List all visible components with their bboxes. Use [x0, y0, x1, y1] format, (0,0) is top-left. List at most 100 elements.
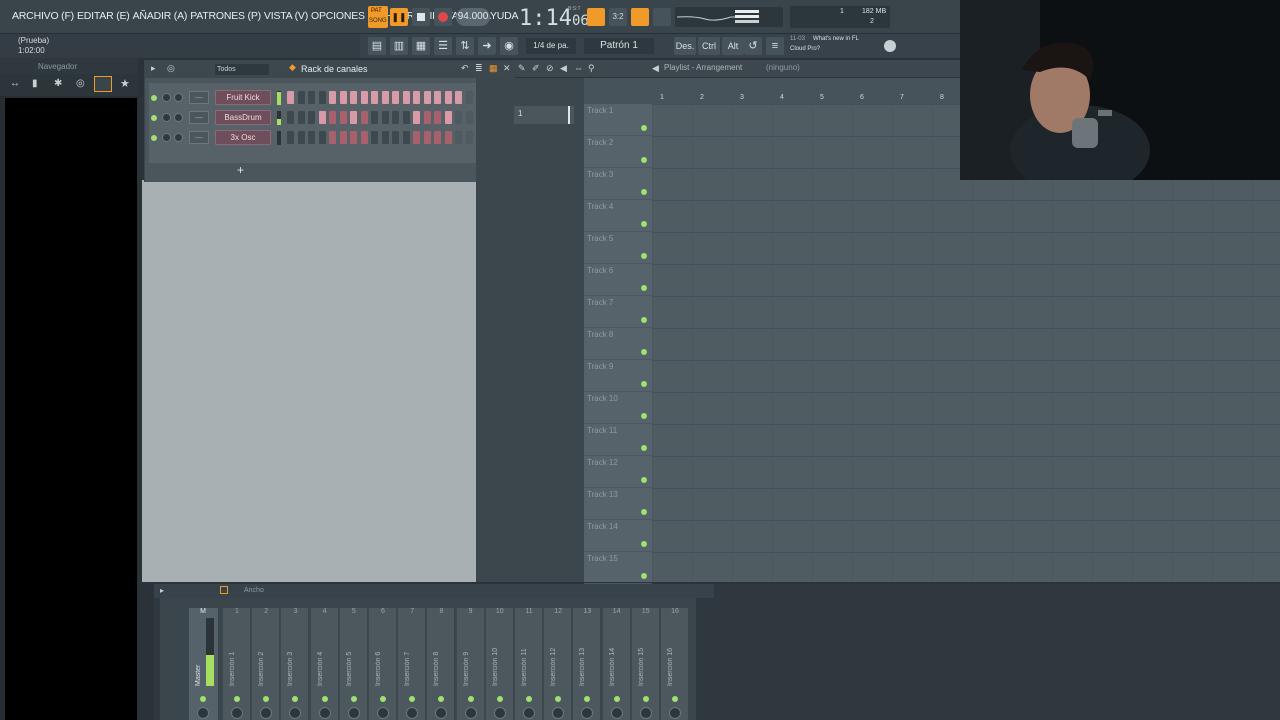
- step-button[interactable]: [381, 91, 389, 104]
- step-button[interactable]: [339, 111, 347, 124]
- browser-list[interactable]: [5, 98, 137, 720]
- channel-led[interactable]: [151, 135, 157, 141]
- step-button[interactable]: [297, 111, 305, 124]
- mixer-icon[interactable]: ☰: [434, 37, 452, 55]
- draw-tool-icon[interactable]: ✎: [518, 63, 526, 74]
- step-edit-icon[interactable]: 3:2: [609, 8, 627, 26]
- insert-knob[interactable]: [435, 707, 448, 719]
- add-channel-button[interactable]: +: [237, 163, 244, 177]
- step-button[interactable]: [371, 111, 378, 124]
- step-button[interactable]: [350, 111, 357, 124]
- insert-knob[interactable]: [318, 707, 331, 719]
- step-button[interactable]: [392, 131, 399, 144]
- step-button[interactable]: [392, 91, 399, 104]
- step-button[interactable]: [371, 91, 378, 104]
- track-mute-led[interactable]: [641, 573, 647, 579]
- track-mute-led[interactable]: [641, 189, 647, 195]
- insert-led[interactable]: [321, 696, 328, 702]
- track-header[interactable]: Track 13: [584, 488, 652, 520]
- channel-row[interactable]: — BassDrum: [149, 109, 513, 127]
- step-button[interactable]: [392, 111, 399, 124]
- insert-led[interactable]: [613, 696, 620, 702]
- track-header[interactable]: Track 4: [584, 200, 652, 232]
- news-subtitle[interactable]: Cloud Pro?: [790, 46, 820, 52]
- volume-knob[interactable]: [174, 113, 183, 122]
- step-button[interactable]: [308, 111, 315, 124]
- insert-knob[interactable]: [260, 707, 273, 719]
- microphone-icon[interactable]: ◉: [500, 37, 518, 55]
- typing-keyboard-icon[interactable]: [587, 8, 605, 26]
- step-button[interactable]: [350, 91, 357, 104]
- insert-strip[interactable]: 4 Inserción 4: [309, 608, 338, 720]
- track-header[interactable]: Track 11: [584, 424, 652, 456]
- insert-knob[interactable]: [377, 707, 389, 719]
- track-mute-led[interactable]: [641, 349, 647, 355]
- step-button[interactable]: [339, 131, 347, 144]
- stop-button[interactable]: [412, 8, 430, 26]
- insert-strip[interactable]: 12 Inserción 12: [543, 608, 572, 720]
- cloud-icon[interactable]: [94, 76, 112, 92]
- insert-led[interactable]: [526, 696, 532, 702]
- mixer-track-select[interactable]: —: [189, 131, 209, 144]
- slip-tool-icon[interactable]: ⇔: [574, 63, 583, 73]
- track-mute-led[interactable]: [641, 317, 647, 323]
- wrench-icon[interactable]: ✱: [54, 78, 62, 89]
- step-button[interactable]: [329, 131, 336, 144]
- insert-led[interactable]: [380, 696, 386, 702]
- step-button[interactable]: [318, 131, 326, 144]
- track-header[interactable]: Track 2: [584, 136, 652, 168]
- channel-filter[interactable]: Todos: [215, 64, 269, 75]
- globe-icon[interactable]: [884, 40, 896, 52]
- step-button[interactable]: [381, 131, 389, 144]
- menu-item[interactable]: VISTA (V): [264, 10, 308, 22]
- volume-knob[interactable]: [174, 93, 183, 102]
- mixer-view-icon[interactable]: [220, 586, 228, 594]
- des-button[interactable]: Des.: [674, 37, 696, 55]
- menu-item[interactable]: EDITAR (E): [77, 10, 130, 22]
- step-button[interactable]: [434, 111, 441, 124]
- track-header[interactable]: Track 3: [584, 168, 652, 200]
- track-header[interactable]: Track 10: [584, 392, 652, 424]
- step-button[interactable]: [308, 131, 315, 144]
- step-button[interactable]: [402, 91, 410, 104]
- pan-knob[interactable]: [162, 133, 171, 142]
- step-button[interactable]: [287, 91, 294, 104]
- mute-tool-icon[interactable]: ⊘: [546, 63, 554, 74]
- track-mute-led[interactable]: [641, 509, 647, 515]
- track-header[interactable]: Track 12: [584, 456, 652, 488]
- step-button[interactable]: [381, 111, 389, 124]
- insert-knob[interactable]: [552, 707, 565, 719]
- insert-knob[interactable]: [464, 707, 477, 719]
- insert-strip[interactable]: 7 Inserción 7: [397, 608, 426, 720]
- step-button[interactable]: [444, 131, 452, 144]
- mixer-track-select[interactable]: —: [189, 91, 209, 104]
- track-header[interactable]: Track 1: [584, 104, 652, 136]
- step-button[interactable]: [434, 131, 441, 144]
- track-mute-led[interactable]: [641, 253, 647, 259]
- step-button[interactable]: [318, 111, 326, 124]
- insert-strip[interactable]: 10 Inserción 10: [484, 608, 513, 720]
- tempo-display[interactable]: 94.000: [456, 8, 490, 26]
- step-button[interactable]: [339, 91, 347, 104]
- metronome-icon[interactable]: [631, 8, 649, 26]
- step-button[interactable]: [360, 91, 368, 104]
- step-button[interactable]: [402, 111, 410, 124]
- insert-led[interactable]: [350, 696, 357, 702]
- mixer-menu-icon[interactable]: ▸: [160, 586, 164, 595]
- list-icon[interactable]: ≡: [766, 37, 784, 55]
- step-button[interactable]: [444, 111, 452, 124]
- paint-tool-icon[interactable]: ✐: [532, 63, 540, 74]
- step-button[interactable]: [434, 91, 441, 104]
- grid-icon[interactable]: ▦: [489, 63, 498, 74]
- insert-strip[interactable]: 6 Inserción 6: [368, 608, 396, 720]
- insert-knob[interactable]: [231, 707, 243, 719]
- insert-led[interactable]: [672, 696, 678, 702]
- step-button[interactable]: [413, 111, 420, 124]
- pause-button[interactable]: ❚❚: [390, 8, 408, 26]
- insert-strip[interactable]: 1 Inserción 1: [222, 608, 250, 720]
- track-mute-led[interactable]: [641, 221, 647, 227]
- collapse-icon[interactable]: ↔: [10, 78, 20, 89]
- news-title[interactable]: What's new in FL: [813, 36, 859, 42]
- insert-knob[interactable]: [289, 707, 302, 719]
- step-button[interactable]: [308, 91, 315, 104]
